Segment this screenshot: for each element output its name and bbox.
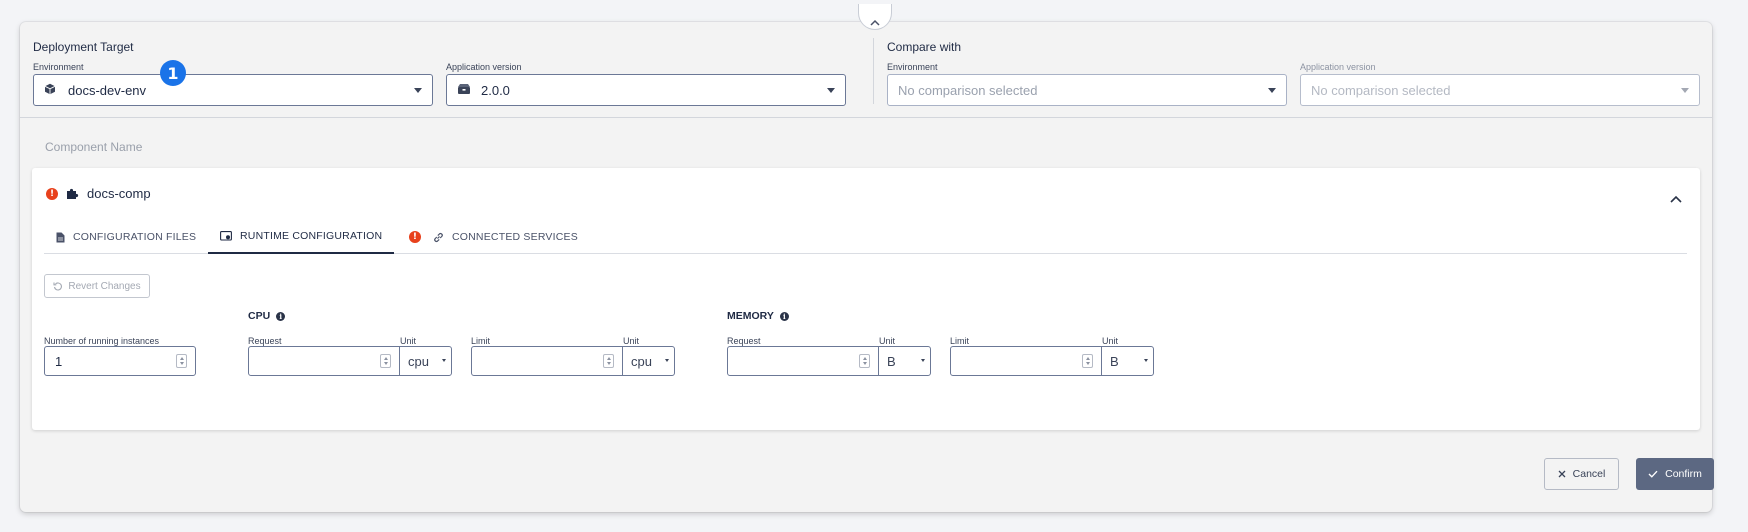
tab-runtime-configuration[interactable]: Runtime Configuration <box>208 220 395 254</box>
compare-environment-select[interactable]: No comparison selected <box>887 74 1287 106</box>
chevron-up-icon <box>870 19 880 26</box>
instances-label: Number of running instances <box>44 336 160 346</box>
component-name-heading: Component Name <box>45 140 143 154</box>
stepper-icon[interactable] <box>176 354 187 368</box>
puzzle-icon <box>66 187 79 200</box>
stepper-icon[interactable] <box>380 354 391 368</box>
memory-limit-label: Limit <box>950 336 970 346</box>
compare-environment-placeholder: No comparison selected <box>898 82 1038 98</box>
cpu-title-text: CPU <box>248 310 271 322</box>
component-name: docs-comp <box>87 186 151 201</box>
cpu-request-label: Request <box>248 336 282 346</box>
cpu-limit-input[interactable] <box>471 346 623 376</box>
tab-connected-services[interactable]: ! Connected Services <box>409 220 578 254</box>
cpu-limit-unit: cpu <box>631 353 652 369</box>
version-select[interactable]: 2.0.0 <box>446 74 846 106</box>
confirm-button[interactable]: Confirm <box>1636 458 1714 490</box>
check-icon <box>1648 470 1658 478</box>
component-panel: ! docs-comp Configuration Files Runtime … <box>32 168 1700 430</box>
instances-input[interactable]: 1 <box>44 346 196 376</box>
file-icon <box>56 232 65 243</box>
deployment-config-dialog: Deployment Target Environment docs-dev-e… <box>20 22 1714 512</box>
chevron-up-icon <box>1670 195 1682 203</box>
memory-limit-input[interactable] <box>950 346 1102 376</box>
target-selection-bar: Deployment Target Environment docs-dev-e… <box>20 22 1712 118</box>
package-icon <box>457 83 471 97</box>
memory-request-unit-label: Unit <box>879 336 896 346</box>
memory-title: MEMORY i <box>727 310 789 322</box>
version-label: Application version <box>446 62 522 72</box>
compare-version-placeholder: No comparison selected <box>1311 82 1451 98</box>
stepper-icon[interactable] <box>859 354 870 368</box>
cpu-title: CPU i <box>248 310 286 322</box>
tab-label: Runtime Configuration <box>240 230 383 242</box>
link-icon <box>433 232 444 243</box>
memory-limit-unit-label: Unit <box>1102 336 1119 346</box>
dropdown-caret-icon <box>827 88 835 93</box>
tab-configuration-files[interactable]: Configuration Files <box>56 220 196 254</box>
cancel-button[interactable]: Cancel <box>1544 458 1619 490</box>
dropdown-caret-icon <box>921 359 925 362</box>
step-marker-badge: 1 <box>160 60 186 86</box>
cpu-request-input[interactable] <box>248 346 400 376</box>
environment-label: Environment <box>33 62 84 72</box>
runtime-config-icon <box>220 231 232 241</box>
memory-limit-unit: B <box>1110 353 1119 369</box>
memory-title-text: MEMORY <box>727 310 774 322</box>
memory-request-unit: B <box>887 353 896 369</box>
component-header[interactable]: ! docs-comp <box>46 186 151 201</box>
cpu-limit-unit-select[interactable]: cpu <box>622 346 675 376</box>
vertical-divider <box>873 38 874 104</box>
close-icon <box>1558 470 1566 478</box>
dropdown-caret-icon <box>1268 88 1276 93</box>
dropdown-caret-icon <box>1144 359 1148 362</box>
config-tabs: Configuration Files Runtime Configuratio… <box>44 220 1687 254</box>
tab-label: Configuration Files <box>73 231 197 243</box>
compare-version-label: Application version <box>1300 62 1376 72</box>
dropdown-caret-icon <box>414 88 422 93</box>
stepper-icon[interactable] <box>1082 354 1093 368</box>
confirm-label: Confirm <box>1665 468 1702 480</box>
cpu-request-unit-label: Unit <box>400 336 417 346</box>
compare-version-select[interactable]: No comparison selected <box>1300 74 1700 106</box>
cpu-request-unit: cpu <box>408 353 429 369</box>
memory-request-input[interactable] <box>727 346 879 376</box>
revert-label: Revert Changes <box>68 280 141 292</box>
memory-limit-unit-select[interactable]: B <box>1101 346 1154 376</box>
cube-icon <box>44 83 58 97</box>
dropdown-caret-icon <box>442 359 446 362</box>
cancel-label: Cancel <box>1572 468 1606 480</box>
memory-request-label: Request <box>727 336 761 346</box>
info-icon[interactable]: i <box>779 311 789 321</box>
cpu-limit-unit-label: Unit <box>623 336 640 346</box>
instances-value: 1 <box>55 353 63 369</box>
tab-label: Connected Services <box>452 231 578 243</box>
deployment-target-title: Deployment Target <box>33 40 134 54</box>
cpu-request-unit-select[interactable]: cpu <box>399 346 452 376</box>
undo-icon <box>53 282 63 291</box>
dropdown-caret-icon <box>665 359 669 362</box>
revert-changes-button[interactable]: Revert Changes <box>44 274 150 298</box>
memory-request-unit-select[interactable]: B <box>878 346 931 376</box>
error-icon: ! <box>46 187 58 200</box>
info-icon[interactable]: i <box>276 311 286 321</box>
compare-with-title: Compare with <box>887 40 962 54</box>
dropdown-caret-icon <box>1681 88 1689 93</box>
compare-environment-label: Environment <box>887 62 938 72</box>
cpu-limit-label: Limit <box>471 336 491 346</box>
environment-value: docs-dev-env <box>68 82 147 98</box>
environment-select[interactable]: docs-dev-env <box>33 74 433 106</box>
stepper-icon[interactable] <box>603 354 614 368</box>
collapse-component-button[interactable] <box>1670 190 1682 208</box>
version-value: 2.0.0 <box>481 82 510 98</box>
error-icon: ! <box>409 231 421 243</box>
